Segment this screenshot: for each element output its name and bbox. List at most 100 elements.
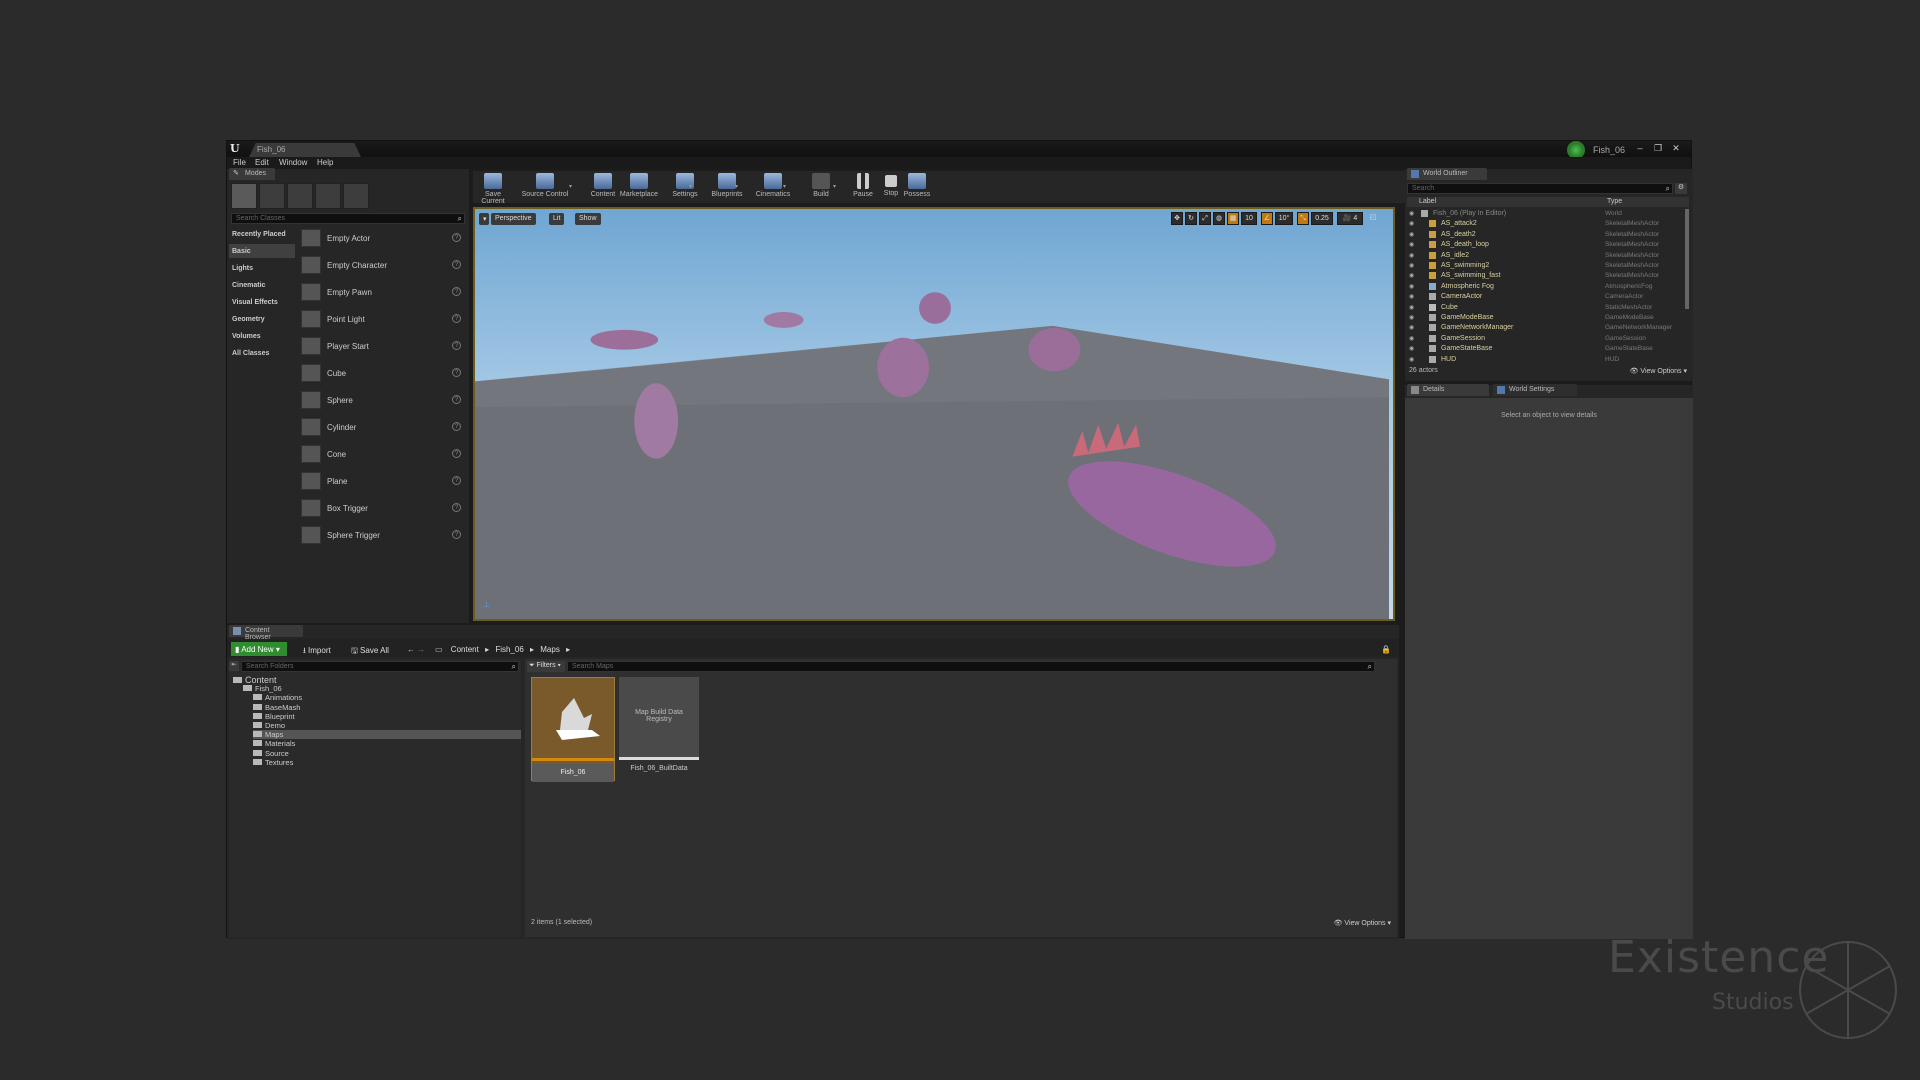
perspective-button[interactable]: Perspective bbox=[491, 213, 536, 225]
folder-item[interactable]: Maps bbox=[253, 730, 521, 740]
search-folders-input[interactable]: Search Folders ⌕ bbox=[241, 661, 519, 672]
help-icon[interactable]: ? bbox=[452, 503, 461, 512]
actor-item[interactable]: Box Trigger? bbox=[299, 497, 465, 519]
outliner-row[interactable]: ◉ Cube StaticMeshActor bbox=[1407, 303, 1683, 313]
actor-item[interactable]: Empty Pawn? bbox=[299, 281, 465, 303]
actor-item[interactable]: Cube? bbox=[299, 362, 465, 384]
maximize-button[interactable]: ❐ bbox=[1651, 143, 1665, 153]
visibility-eye-icon[interactable]: ◉ bbox=[1409, 241, 1417, 248]
visibility-eye-icon[interactable]: ◉ bbox=[1409, 293, 1417, 300]
outliner-row[interactable]: ◉ AS_death2 SkeletalMeshActor bbox=[1407, 230, 1683, 240]
menu-help[interactable]: Help bbox=[317, 158, 333, 167]
viewport-options-button[interactable]: ▾ bbox=[479, 213, 489, 225]
visibility-eye-icon[interactable]: ◉ bbox=[1409, 304, 1417, 311]
toolbar-cinematics-button[interactable]: Cinematics bbox=[753, 172, 793, 202]
paint-mode-icon[interactable] bbox=[259, 183, 285, 209]
scale-snap-value[interactable]: 0.25 bbox=[1311, 212, 1333, 225]
settings-dropdown-icon[interactable]: ▾ bbox=[689, 183, 692, 190]
rotation-snap-value[interactable]: 10° bbox=[1275, 212, 1293, 225]
visibility-eye-icon[interactable]: ◉ bbox=[1409, 314, 1417, 321]
visibility-eye-icon[interactable]: ◉ bbox=[1409, 324, 1417, 331]
visibility-eye-icon[interactable]: ◉ bbox=[1409, 283, 1417, 290]
tab-details[interactable]: Details bbox=[1407, 384, 1489, 396]
actor-item[interactable]: Cone? bbox=[299, 443, 465, 465]
outliner-row[interactable]: ◉ AS_attack2 SkeletalMeshActor bbox=[1407, 219, 1683, 229]
toolbar-settings-button[interactable]: Settings bbox=[665, 172, 705, 202]
tab-world-outliner[interactable]: World Outliner bbox=[1407, 168, 1487, 180]
build-dropdown-icon[interactable]: ▾ bbox=[833, 183, 836, 190]
breadcrumb-content[interactable]: Content bbox=[451, 645, 479, 654]
toolbar-save-current-button[interactable]: Save Current bbox=[473, 172, 513, 205]
outliner-row[interactable]: ◉ AS_death_loop SkeletalMeshActor bbox=[1407, 240, 1683, 250]
toolbar-possess-button[interactable]: Possess bbox=[897, 172, 937, 202]
outliner-row[interactable]: ◉ AS_swimming_fast SkeletalMeshActor bbox=[1407, 271, 1683, 281]
world-local-icon[interactable]: ◍ bbox=[1213, 212, 1225, 225]
mode-category-visual-effects[interactable]: Visual Effects bbox=[229, 295, 295, 309]
toolbar-marketplace-button[interactable]: Marketplace bbox=[619, 172, 659, 202]
actor-item[interactable]: Sphere Trigger? bbox=[299, 524, 465, 546]
tab-modes[interactable]: ✎ Modes bbox=[229, 168, 275, 180]
visibility-eye-icon[interactable]: ◉ bbox=[1409, 231, 1417, 238]
lock-icon[interactable]: 🔒 bbox=[1377, 642, 1395, 656]
mode-category-recently-placed[interactable]: Recently Placed bbox=[229, 227, 295, 241]
mode-category-geometry[interactable]: Geometry bbox=[229, 312, 295, 326]
outliner-row[interactable]: ◉ AS_swimming2 SkeletalMeshActor bbox=[1407, 261, 1683, 271]
camera-speed-button[interactable]: 🎥 4 bbox=[1337, 212, 1363, 225]
visibility-eye-icon[interactable]: ◉ bbox=[1409, 272, 1417, 279]
filters-button[interactable]: ⏷ Filters ▾ bbox=[527, 661, 565, 672]
actor-item[interactable]: Empty Actor? bbox=[299, 227, 465, 249]
actor-item[interactable]: Plane? bbox=[299, 470, 465, 492]
visibility-eye-icon[interactable]: ◉ bbox=[1409, 356, 1417, 363]
help-icon[interactable]: ? bbox=[452, 341, 461, 350]
help-icon[interactable]: ? bbox=[452, 476, 461, 485]
toolbar-source-control-button[interactable]: Source Control bbox=[519, 172, 571, 202]
folder-item[interactable]: BaseMash bbox=[253, 703, 300, 712]
mode-category-basic[interactable]: Basic bbox=[229, 244, 295, 258]
outliner-search-input[interactable]: Search ⌕ bbox=[1407, 183, 1673, 194]
help-icon[interactable]: ? bbox=[452, 368, 461, 377]
outliner-view-options-button[interactable]: 👁 View Options ▾ bbox=[1630, 367, 1687, 375]
actor-item[interactable]: Cylinder? bbox=[299, 416, 465, 438]
help-icon[interactable]: ? bbox=[452, 233, 461, 242]
outliner-row[interactable]: ◉ GameStateBase GameStateBase bbox=[1407, 344, 1683, 354]
search-assets-input[interactable]: Search Maps ⌕ bbox=[567, 661, 1375, 672]
outliner-row[interactable]: ◉ Atmospheric Fog AtmosphericFog bbox=[1407, 282, 1683, 292]
toolbar-content-button[interactable]: Content bbox=[583, 172, 623, 202]
help-icon[interactable]: ? bbox=[452, 395, 461, 404]
outliner-row[interactable]: ◉ GameSession GameSession bbox=[1407, 334, 1683, 344]
outliner-row[interactable]: ◉ CameraActor CameraActor bbox=[1407, 292, 1683, 302]
rotate-mode-icon[interactable]: ↻ bbox=[1185, 212, 1197, 225]
mode-category-lights[interactable]: Lights bbox=[229, 261, 295, 275]
actor-item[interactable]: Player Start? bbox=[299, 335, 465, 357]
cinematics-dropdown-icon[interactable]: ▾ bbox=[783, 183, 786, 190]
add-new-button[interactable]: ▮ Add New ▾ bbox=[231, 642, 287, 656]
folder-item[interactable]: Materials bbox=[253, 739, 295, 748]
history-forward-icon[interactable]: → bbox=[413, 642, 429, 656]
outliner-col-label[interactable]: Label bbox=[1419, 198, 1436, 205]
actor-item[interactable]: Sphere? bbox=[299, 389, 465, 411]
folder-item[interactable]: Content bbox=[233, 675, 277, 685]
rotation-snap-toggle-icon[interactable]: ∠ bbox=[1261, 212, 1273, 225]
sources-toggle-icon[interactable]: ⇤ bbox=[229, 661, 239, 671]
level-tab[interactable]: Fish_06 bbox=[249, 143, 361, 157]
help-icon[interactable]: ? bbox=[452, 449, 461, 458]
outliner-row[interactable]: ◉ AS_idle2 SkeletalMeshActor bbox=[1407, 251, 1683, 261]
level-viewport[interactable]: ⊥ ▾ Perspective Lit Show ✥ ↻ ⤢ ◍ ▦ 10 ∠ … bbox=[473, 207, 1395, 621]
menu-window[interactable]: Window bbox=[279, 158, 307, 167]
outliner-row[interactable]: ◉ HUD HUD bbox=[1407, 355, 1683, 365]
blueprints-dropdown-icon[interactable]: ▾ bbox=[735, 183, 738, 190]
translate-mode-icon[interactable]: ✥ bbox=[1171, 212, 1183, 225]
actor-item[interactable]: Point Light? bbox=[299, 308, 465, 330]
breadcrumb-fish06[interactable]: Fish_06 bbox=[495, 645, 523, 654]
grid-snap-value[interactable]: 10 bbox=[1241, 212, 1257, 225]
folder-item[interactable]: Demo bbox=[253, 721, 285, 730]
show-button[interactable]: Show bbox=[575, 213, 601, 225]
landscape-mode-icon[interactable] bbox=[287, 183, 313, 209]
menu-edit[interactable]: Edit bbox=[255, 158, 269, 167]
actor-item[interactable]: Empty Character? bbox=[299, 254, 465, 276]
geometry-mode-icon[interactable] bbox=[343, 183, 369, 209]
breadcrumb-maps[interactable]: Maps bbox=[540, 645, 560, 654]
outliner-col-type[interactable]: Type bbox=[1607, 198, 1622, 205]
menu-file[interactable]: File bbox=[233, 158, 246, 167]
foliage-mode-icon[interactable] bbox=[315, 183, 341, 209]
